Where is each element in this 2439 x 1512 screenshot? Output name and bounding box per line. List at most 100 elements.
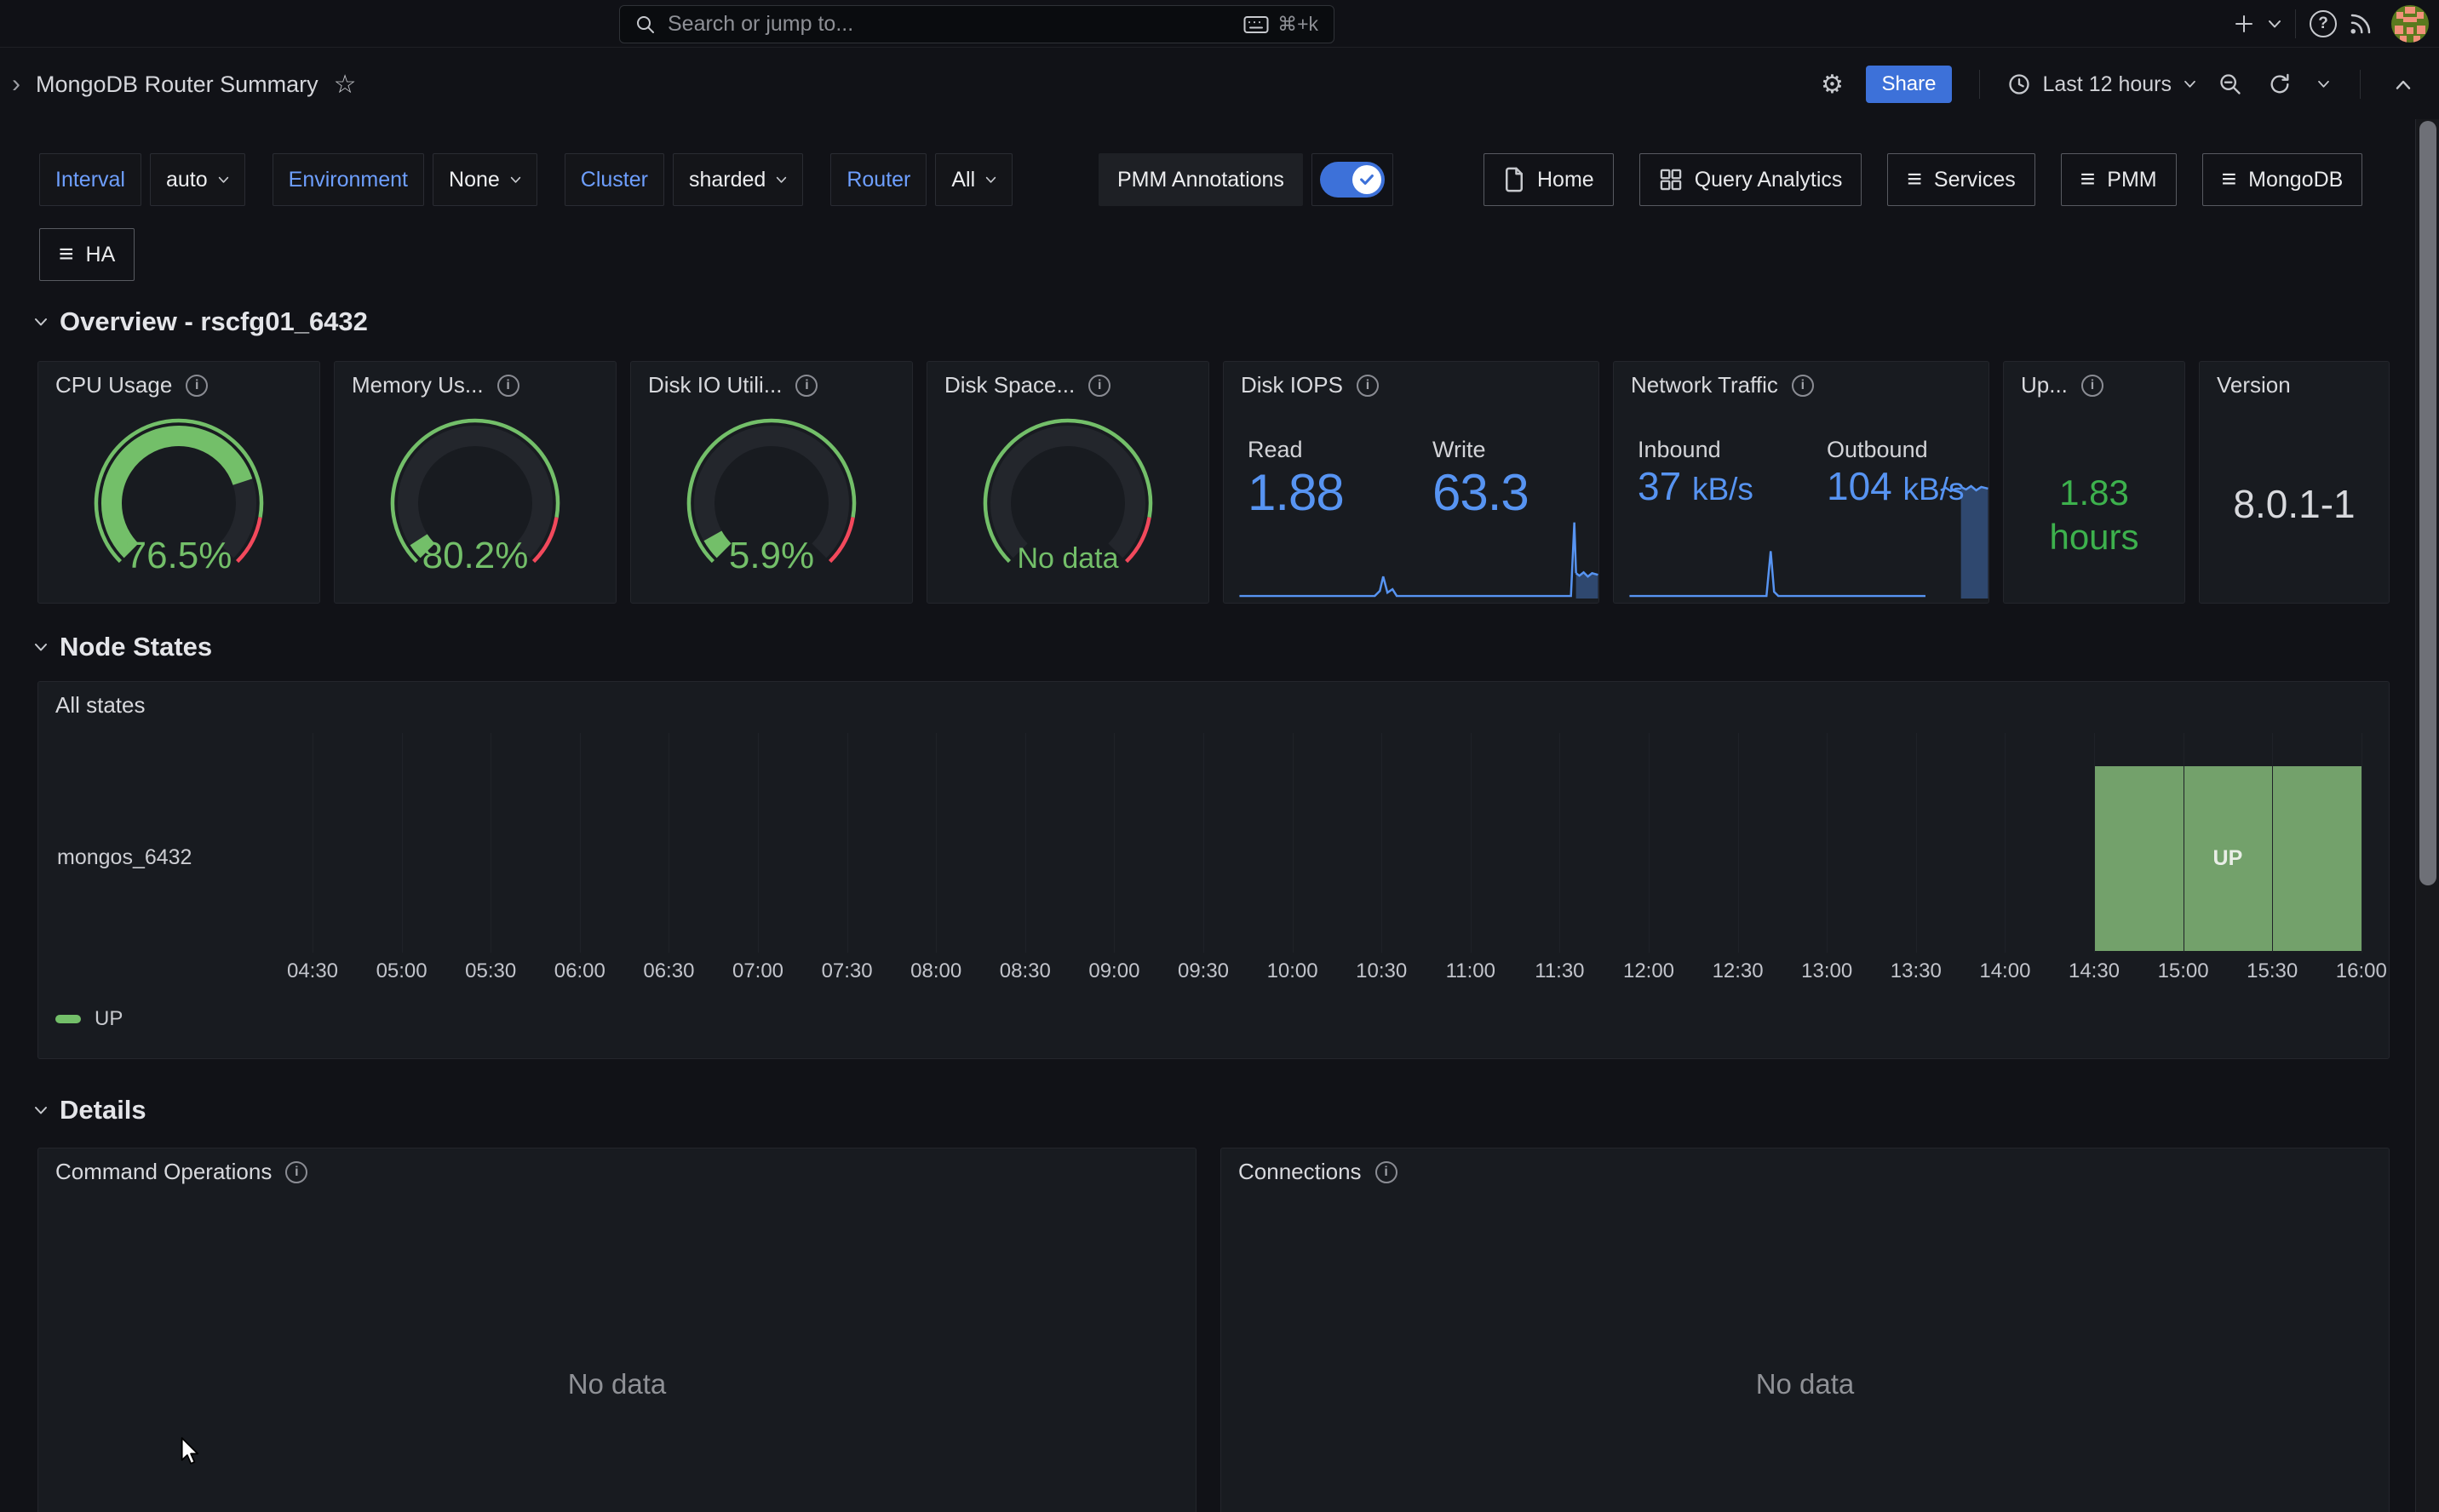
panel-header[interactable]: Memory Us... i <box>352 372 519 398</box>
read-value: 1.88 <box>1248 463 1344 522</box>
panel-header[interactable]: Version <box>2217 372 2291 398</box>
x-axis-tick-label: 06:30 <box>622 959 715 983</box>
check-icon <box>1359 174 1374 186</box>
search-input[interactable]: Search or jump to... ⌘+k <box>619 5 1334 43</box>
panel-header[interactable]: CPU Usage i <box>55 372 208 398</box>
link-query-analytics[interactable]: Query Analytics <box>1639 153 1862 206</box>
x-axis-tick-label: 12:30 <box>1691 959 1785 983</box>
info-icon[interactable]: i <box>186 375 208 397</box>
info-icon[interactable]: i <box>2081 375 2103 397</box>
panel-header[interactable]: Disk IO Utili... i <box>648 372 818 398</box>
state-block-up[interactable]: UP <box>2094 766 2362 951</box>
settings-button[interactable]: ⚙ <box>1816 66 1847 103</box>
top-nav-actions: ? <box>2225 0 2429 48</box>
filter-interval-value[interactable]: auto <box>150 153 245 206</box>
collapse-toolbar-button[interactable] <box>2388 66 2419 103</box>
refresh-button[interactable] <box>2264 66 2295 103</box>
avatar[interactable] <box>2391 5 2429 43</box>
panel-header[interactable]: Up... i <box>2021 372 2103 398</box>
link-mongodb[interactable]: ≡ MongoDB <box>2202 153 2363 206</box>
info-icon[interactable]: i <box>285 1161 307 1183</box>
news-button[interactable] <box>2342 5 2379 43</box>
divider <box>2295 9 2296 38</box>
add-button[interactable] <box>2225 5 2263 43</box>
section-overview[interactable]: Overview - rscfg01_6432 <box>34 306 368 337</box>
page-header: › MongoDB Router Summary ☆ ⚙ Share Last … <box>0 49 2439 120</box>
filter-router-value[interactable]: All <box>935 153 1013 206</box>
x-axis-tick-label: 11:30 <box>1512 959 1606 983</box>
grid-line <box>1559 733 1560 953</box>
menu-icon: ≡ <box>1907 167 1922 192</box>
link-ha[interactable]: ≡ HA <box>39 228 135 281</box>
share-button[interactable]: Share <box>1866 66 1951 103</box>
legend-item-up[interactable]: UP <box>55 1007 123 1031</box>
scrollbar-track[interactable] <box>2415 119 2439 1512</box>
x-axis-tick-label: 11:00 <box>1424 959 1518 983</box>
search-icon <box>635 14 656 35</box>
grid-line <box>936 733 937 953</box>
info-icon[interactable]: i <box>1792 375 1814 397</box>
panel-header[interactable]: Command Operations i <box>55 1159 307 1185</box>
add-menu-button[interactable] <box>2263 5 2287 43</box>
grid-line <box>1025 733 1026 953</box>
disk-space-gauge: No data <box>966 410 1170 584</box>
gauge-value: 5.9% <box>729 535 814 576</box>
panel-version: Version 8.0.1-1 <box>2199 361 2390 604</box>
panel-disk-space: Disk Space... i No data <box>927 361 1209 604</box>
filter-interval-label[interactable]: Interval <box>39 153 141 206</box>
breadcrumb: › MongoDB Router Summary ☆ <box>12 49 357 120</box>
section-node-states[interactable]: Node States <box>34 632 212 662</box>
filter-environment-label[interactable]: Environment <box>273 153 424 206</box>
info-icon[interactable]: i <box>795 375 818 397</box>
panel-header[interactable]: Disk IOPS i <box>1241 372 1379 398</box>
help-button[interactable]: ? <box>2304 5 2342 43</box>
write-value: 63.3 <box>1432 463 1529 522</box>
divider <box>2360 70 2361 99</box>
filter-router-label[interactable]: Router <box>830 153 927 206</box>
zoom-out-button[interactable] <box>2215 66 2246 103</box>
link-pmm[interactable]: ≡ PMM <box>2061 153 2177 206</box>
scrollbar-thumb[interactable] <box>2419 121 2436 885</box>
link-home[interactable]: Home <box>1483 153 1614 206</box>
panel-header[interactable]: Network Traffic i <box>1631 372 1814 398</box>
x-axis-tick-label: 16:00 <box>2315 959 2389 983</box>
state-timeline-plot[interactable]: UP 04:3005:0005:3006:0006:3007:0007:3008… <box>38 682 2389 1058</box>
legend-color-pill <box>55 1015 81 1023</box>
x-axis-tick-label: 13:00 <box>1780 959 1874 983</box>
panel-header[interactable]: Disk Space... i <box>944 372 1110 398</box>
cpu-usage-gauge: 76.5% <box>77 410 281 584</box>
chevron-down-icon <box>985 176 996 184</box>
panel-network-traffic: Network Traffic i Inbound 37 kB/s Outbou… <box>1613 361 1989 604</box>
info-icon[interactable]: i <box>1375 1161 1397 1183</box>
favorite-star-icon[interactable]: ☆ <box>334 70 357 100</box>
x-axis-tick-label: 15:30 <box>2225 959 2319 983</box>
keyboard-icon <box>1243 15 1269 34</box>
pmm-annotations-toggle[interactable] <box>1311 153 1393 206</box>
panel-header[interactable]: Connections i <box>1238 1159 1397 1185</box>
grid-line <box>1649 733 1650 953</box>
grid-line <box>1203 733 1204 953</box>
grid-line <box>1738 733 1739 953</box>
x-axis-tick-label: 08:00 <box>889 959 983 983</box>
page-title[interactable]: MongoDB Router Summary <box>36 72 319 98</box>
section-details[interactable]: Details <box>34 1095 146 1125</box>
plus-icon <box>2234 14 2254 34</box>
info-icon[interactable]: i <box>1357 375 1379 397</box>
link-services[interactable]: ≡ Services <box>1887 153 2034 206</box>
stat-write: Write 63.3 <box>1432 437 1529 522</box>
filter-cluster-value[interactable]: sharded <box>673 153 803 206</box>
filter-cluster-label[interactable]: Cluster <box>565 153 664 206</box>
no-data-message: No data <box>1756 1368 1855 1400</box>
filter-environment: Environment None <box>273 153 537 206</box>
breadcrumb-chevron-icon[interactable]: › <box>12 70 20 99</box>
x-axis-tick-label: 14:00 <box>1958 959 2052 983</box>
info-icon[interactable]: i <box>1088 375 1110 397</box>
chevron-down-icon <box>776 176 787 184</box>
refresh-interval-button[interactable] <box>2314 66 2333 103</box>
info-icon[interactable]: i <box>497 375 519 397</box>
disk-io-gauge: 5.9% <box>669 410 874 584</box>
version-value: 8.0.1-1 <box>2200 481 2389 527</box>
time-range-picker[interactable]: Last 12 hours <box>2007 72 2197 97</box>
filter-environment-value[interactable]: None <box>433 153 537 206</box>
grid-line <box>1827 733 1828 953</box>
